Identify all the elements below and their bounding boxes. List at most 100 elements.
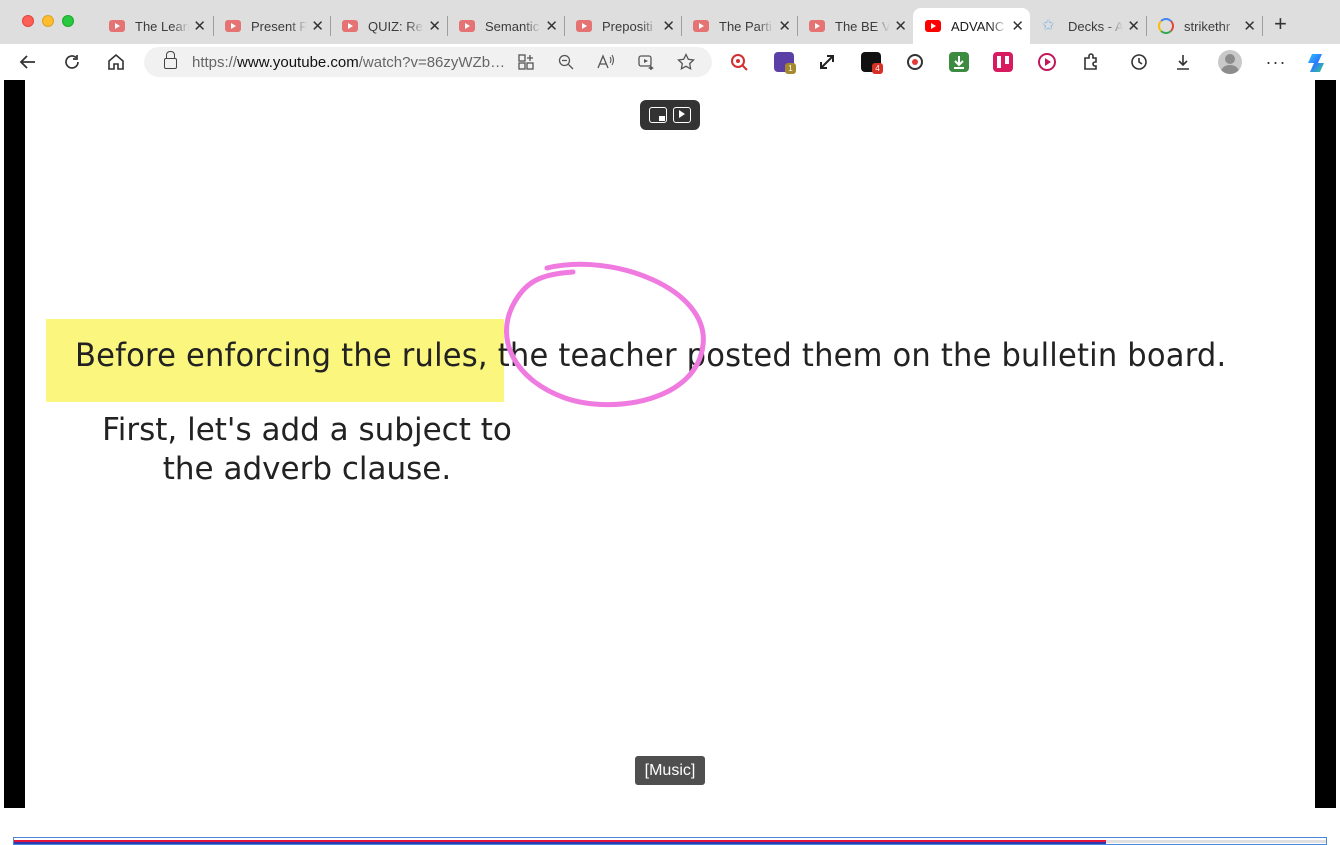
reload-icon [65,55,79,69]
tab-close-icon[interactable]: ✕ [1243,17,1256,35]
ellipsis-icon: ··· [1265,51,1287,72]
main-clause-text: posted them on the bulletin board. [686,336,1227,374]
tab-6[interactable]: The Parti ✕ [681,8,797,44]
zoom-button[interactable] [553,49,579,75]
extension-record-icon[interactable] [905,52,925,72]
downloads-icon[interactable] [1173,52,1193,72]
extension-badge: 1 [785,63,796,74]
url-host: www.youtube.com [237,54,359,71]
back-button[interactable] [14,48,42,76]
tab-close-icon[interactable]: ✕ [428,17,441,35]
extension-arrows-icon[interactable] [817,52,837,72]
tab-2[interactable]: Present P ✕ [213,8,330,44]
extension-dark-icon[interactable]: 4 [861,52,883,74]
tab-9[interactable]: ✩ Decks - A ✕ [1030,8,1146,44]
window-maximize-button[interactable] [62,15,74,27]
read-aloud-button[interactable] [593,49,619,75]
youtube-icon [459,20,475,32]
tab-4[interactable]: Semantic ✕ [447,8,564,44]
video-overlay-controls [640,100,700,130]
tab-title: Decks - A [1068,18,1124,34]
back-arrow-icon [19,55,35,69]
tab-title: ADVANC [951,18,1005,34]
instruction-line-2: the adverb clause. [162,451,452,487]
tab-close-icon[interactable]: ✕ [193,17,206,35]
tab-close-icon[interactable]: ✕ [894,17,907,35]
extension-search-icon[interactable] [729,52,749,72]
extension-pen-icon[interactable]: 1 [774,52,796,74]
address-bar[interactable]: https://www.youtube.com/watch?v=86zyWZb… [144,47,712,77]
tab-close-icon[interactable]: ✕ [778,17,791,35]
window-minimize-button[interactable] [42,15,54,27]
youtube-icon [693,20,709,32]
youtube-icon [925,20,941,32]
tab-close-icon[interactable]: ✕ [1127,17,1140,35]
page-content: Before enforcing the rules, the teacher … [0,80,1340,845]
lock-icon [164,51,177,69]
extension-download-icon[interactable] [949,52,969,72]
youtube-icon [809,20,825,32]
extension-glyph [820,55,834,69]
tab-close-icon[interactable]: ✕ [662,17,675,35]
url-scheme: https:// [192,54,238,71]
video-player[interactable]: Before enforcing the rules, the teacher … [25,80,1315,808]
video-enhance-button[interactable] [633,49,659,75]
zoom-out-icon [558,54,574,70]
tab-title: Prepositi [602,18,653,34]
favorite-button[interactable] [673,49,699,75]
app-available-button[interactable] [513,49,539,75]
star-icon [677,53,695,71]
extension-glyph [1177,55,1189,70]
tab-3[interactable]: QUIZ: Re ✕ [330,8,447,44]
profile-avatar[interactable] [1218,50,1242,74]
tab-1[interactable]: The Learn ✕ [97,8,212,44]
home-button[interactable] [102,48,130,76]
tab-close-icon[interactable]: ✕ [1011,17,1024,35]
tab-title: The BE V [835,18,891,34]
youtube-icon [576,20,592,32]
tab-7[interactable]: The BE V ✕ [797,8,913,44]
extension-glyph [954,56,964,69]
extension-play-icon[interactable] [1037,52,1057,72]
tab-close-icon[interactable]: ✕ [311,17,324,35]
tab-title: The Learn [135,18,190,34]
reload-button[interactable] [58,48,86,76]
extensions-puzzle-icon[interactable] [1081,52,1101,72]
extension-badge: 4 [872,63,883,74]
extension-glyph [1038,53,1056,71]
adverb-clause-text: Before enforcing the rules, [75,336,488,374]
instruction-text: First, let's add a subject to the adverb… [77,411,537,489]
copilot-glyph [1308,54,1324,72]
more-menu-button[interactable]: ··· [1262,48,1290,76]
tab-strip: The Learn ✕ Present P ✕ QUIZ: Re ✕ Seman… [0,0,1340,44]
extension-glyph [1131,54,1147,70]
instruction-line-1: First, let's add a subject to [102,412,512,448]
tab-8-active[interactable]: ADVANC ✕ [913,8,1030,44]
video-enhance-icon[interactable] [673,107,691,123]
tab-close-icon[interactable]: ✕ [545,17,558,35]
google-icon [1158,18,1174,34]
read-aloud-icon [597,54,615,69]
tab-5[interactable]: Prepositi ✕ [564,8,681,44]
history-icon[interactable] [1129,52,1149,72]
new-tab-button[interactable]: + [1274,11,1287,37]
url-path: /watch?v=86zyWZb… [358,54,506,71]
tab-separator [1262,16,1263,36]
youtube-icon [342,20,358,32]
tab-title: QUIZ: Re [368,18,423,34]
copilot-icon[interactable] [1306,52,1326,72]
tab-title: Semantic [485,18,540,34]
video-progress-bar[interactable] [13,837,1327,845]
decks-icon: ✩ [1042,17,1055,34]
window-close-button[interactable] [22,15,34,27]
progress-played-edge [14,842,1106,844]
closed-caption: [Music] [635,756,705,785]
letterbox-right [1315,80,1336,808]
tab-title: The Parti [719,18,772,34]
url-text[interactable]: https://www.youtube.com/watch?v=86zyWZb… [192,54,505,71]
extension-board-icon[interactable] [993,52,1013,72]
home-icon [108,53,124,70]
extension-glyph [731,54,748,71]
tab-10[interactable]: strikethr ✕ [1146,8,1262,44]
picture-in-picture-icon[interactable] [649,107,667,123]
